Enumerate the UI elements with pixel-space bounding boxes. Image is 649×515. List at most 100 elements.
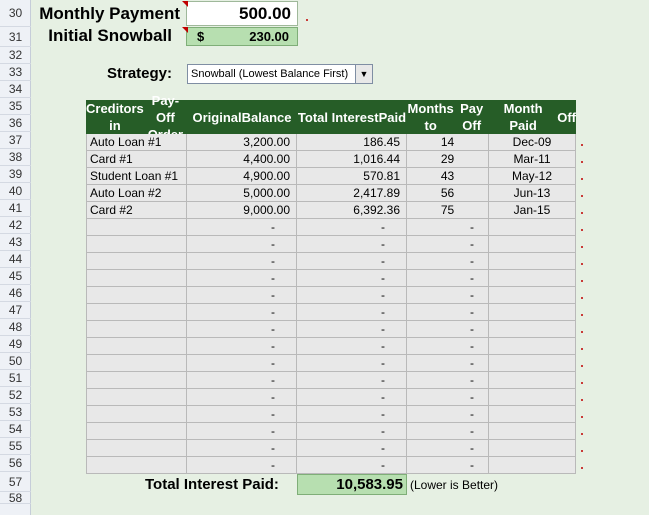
table-cell-empty[interactable] xyxy=(86,372,187,389)
table-cell-empty[interactable] xyxy=(489,304,576,321)
table-cell-interest[interactable]: 186.45 xyxy=(297,134,407,151)
row-number[interactable]: 32 xyxy=(0,47,31,64)
row-number[interactable]: 58 xyxy=(0,491,31,505)
table-cell-empty[interactable]: - xyxy=(407,440,489,457)
table-cell-empty[interactable] xyxy=(489,270,576,287)
table-cell-balance[interactable]: 9,000.00 xyxy=(187,202,297,219)
table-cell-creditor[interactable]: Auto Loan #1 xyxy=(86,134,187,151)
table-cell-balance[interactable]: 3,200.00 xyxy=(187,134,297,151)
table-cell-empty[interactable]: - xyxy=(187,287,297,304)
table-cell-empty[interactable] xyxy=(86,389,187,406)
table-cell-empty[interactable] xyxy=(86,355,187,372)
table-cell-empty[interactable]: - xyxy=(407,338,489,355)
table-cell-empty[interactable] xyxy=(489,253,576,270)
table-cell-empty[interactable]: - xyxy=(407,270,489,287)
row-number[interactable]: 42 xyxy=(0,217,31,234)
row-number[interactable]: 57 xyxy=(0,472,31,492)
row-number[interactable]: 34 xyxy=(0,81,31,98)
row-number[interactable]: 45 xyxy=(0,268,31,285)
table-cell-empty[interactable]: - xyxy=(407,236,489,253)
table-cell-empty[interactable]: - xyxy=(407,406,489,423)
row-number[interactable]: 56 xyxy=(0,455,31,472)
row-number[interactable]: 41 xyxy=(0,200,31,217)
row-number[interactable]: 52 xyxy=(0,387,31,404)
table-cell-empty[interactable]: - xyxy=(187,304,297,321)
row-number[interactable]: 39 xyxy=(0,166,31,183)
table-cell-empty[interactable]: - xyxy=(297,372,407,389)
table-cell-empty[interactable] xyxy=(489,355,576,372)
table-cell-creditor[interactable]: Auto Loan #2 xyxy=(86,185,187,202)
table-cell-paid-off[interactable]: Mar-11 xyxy=(489,151,576,168)
table-cell-creditor[interactable]: Card #2 xyxy=(86,202,187,219)
table-cell-empty[interactable]: - xyxy=(297,406,407,423)
table-cell-empty[interactable] xyxy=(86,270,187,287)
chevron-down-icon[interactable]: ▼ xyxy=(355,65,372,83)
table-cell-empty[interactable] xyxy=(489,219,576,236)
table-cell-empty[interactable] xyxy=(489,338,576,355)
strategy-dropdown[interactable]: Snowball (Lowest Balance First) ▼ xyxy=(187,64,373,84)
table-cell-empty[interactable]: - xyxy=(187,253,297,270)
row-number[interactable]: 31 xyxy=(0,27,31,47)
table-cell-empty[interactable]: - xyxy=(187,440,297,457)
table-cell-interest[interactable]: 1,016.44 xyxy=(297,151,407,168)
table-cell-months[interactable]: 75 xyxy=(407,202,489,219)
table-cell-empty[interactable]: - xyxy=(407,372,489,389)
table-cell-empty[interactable]: - xyxy=(297,321,407,338)
table-cell-interest[interactable]: 6,392.36 xyxy=(297,202,407,219)
table-cell-balance[interactable]: 4,900.00 xyxy=(187,168,297,185)
table-cell-paid-off[interactable]: Jan-15 xyxy=(489,202,576,219)
table-cell-empty[interactable]: - xyxy=(297,304,407,321)
table-cell-empty[interactable] xyxy=(86,321,187,338)
table-cell-months[interactable]: 29 xyxy=(407,151,489,168)
row-number[interactable]: 48 xyxy=(0,319,31,336)
row-number[interactable]: 30 xyxy=(0,0,31,27)
table-cell-empty[interactable] xyxy=(86,304,187,321)
table-cell-empty[interactable]: - xyxy=(297,440,407,457)
table-cell-empty[interactable] xyxy=(86,440,187,457)
table-cell-empty[interactable]: - xyxy=(187,457,297,474)
table-cell-empty[interactable] xyxy=(86,457,187,474)
table-cell-empty[interactable]: - xyxy=(407,253,489,270)
row-number[interactable]: 50 xyxy=(0,353,31,370)
table-cell-empty[interactable] xyxy=(489,457,576,474)
table-cell-empty[interactable]: - xyxy=(407,287,489,304)
table-cell-empty[interactable]: - xyxy=(297,338,407,355)
table-cell-empty[interactable] xyxy=(86,219,187,236)
table-cell-months[interactable]: 56 xyxy=(407,185,489,202)
table-cell-empty[interactable]: - xyxy=(187,372,297,389)
table-cell-empty[interactable] xyxy=(86,423,187,440)
table-cell-empty[interactable]: - xyxy=(297,287,407,304)
table-cell-empty[interactable]: - xyxy=(297,236,407,253)
table-cell-empty[interactable] xyxy=(86,338,187,355)
table-cell-empty[interactable]: - xyxy=(407,423,489,440)
table-cell-empty[interactable]: - xyxy=(407,304,489,321)
table-cell-empty[interactable]: - xyxy=(297,270,407,287)
table-cell-empty[interactable]: - xyxy=(297,389,407,406)
table-cell-balance[interactable]: 5,000.00 xyxy=(187,185,297,202)
row-number[interactable]: 54 xyxy=(0,421,31,438)
table-cell-empty[interactable]: - xyxy=(297,457,407,474)
row-number[interactable]: 53 xyxy=(0,404,31,421)
row-number[interactable]: 47 xyxy=(0,302,31,319)
row-number[interactable]: 43 xyxy=(0,234,31,251)
table-cell-empty[interactable] xyxy=(489,287,576,304)
row-number[interactable]: 44 xyxy=(0,251,31,268)
table-cell-interest[interactable]: 2,417.89 xyxy=(297,185,407,202)
row-number[interactable]: 38 xyxy=(0,149,31,166)
table-cell-months[interactable]: 14 xyxy=(407,134,489,151)
table-cell-empty[interactable]: - xyxy=(187,270,297,287)
table-cell-empty[interactable]: - xyxy=(407,321,489,338)
table-cell-empty[interactable] xyxy=(86,236,187,253)
table-cell-empty[interactable] xyxy=(86,253,187,270)
row-number[interactable]: 46 xyxy=(0,285,31,302)
table-cell-empty[interactable] xyxy=(489,321,576,338)
table-cell-creditor[interactable]: Student Loan #1 xyxy=(86,168,187,185)
table-cell-months[interactable]: 43 xyxy=(407,168,489,185)
table-cell-empty[interactable]: - xyxy=(187,389,297,406)
table-cell-empty[interactable]: - xyxy=(187,355,297,372)
row-number[interactable]: 37 xyxy=(0,132,31,149)
table-cell-empty[interactable]: - xyxy=(407,219,489,236)
table-cell-empty[interactable]: - xyxy=(297,253,407,270)
table-cell-empty[interactable]: - xyxy=(187,321,297,338)
table-cell-empty[interactable] xyxy=(86,406,187,423)
